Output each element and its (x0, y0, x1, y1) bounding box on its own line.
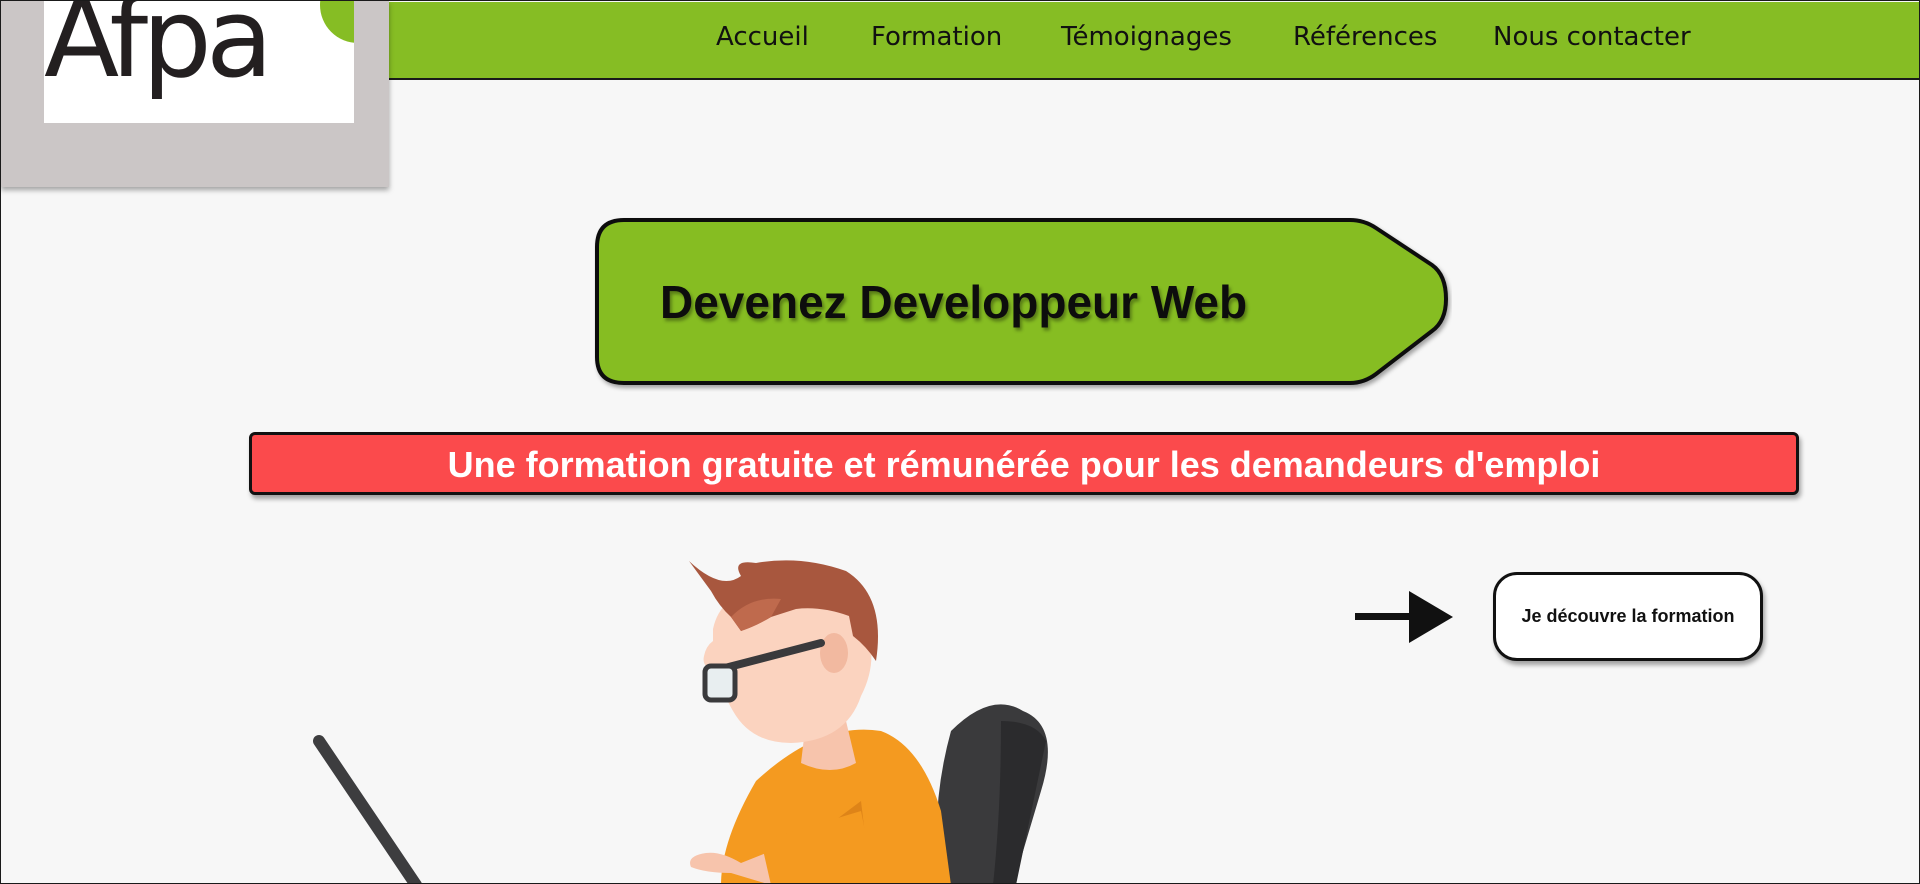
subtitle-text: Une formation gratuite et rémunérée pour… (447, 444, 1601, 485)
discover-training-button[interactable]: Je découvre la formation (1493, 572, 1763, 661)
logo-panel: Afpa (1, 1, 389, 187)
logo[interactable]: Afpa (44, 1, 354, 123)
subtitle-banner: Une formation gratuite et rémunérée pour… (249, 432, 1799, 495)
nav-item-formation[interactable]: Formation (871, 22, 1002, 52)
developer-illustration (313, 560, 1048, 883)
page-title: Devenez Developpeur Web (660, 276, 1248, 328)
page: Accueil Formation Témoignages Références… (0, 0, 1920, 884)
nav-item-accueil[interactable]: Accueil (716, 22, 809, 52)
arrow-right-icon (1355, 591, 1453, 643)
title-banner: Devenez Developpeur Web (594, 217, 1452, 392)
nav-item-nous-contacter[interactable]: Nous contacter (1493, 22, 1691, 52)
logo-text: Afpa (44, 1, 273, 102)
main-navbar: Accueil Formation Témoignages Références… (389, 2, 1919, 80)
logo-dot-icon (320, 1, 354, 43)
nav-item-temoignages[interactable]: Témoignages (1061, 22, 1232, 52)
discover-training-label: Je découvre la formation (1521, 606, 1735, 626)
nav-item-references[interactable]: Références (1293, 22, 1437, 52)
